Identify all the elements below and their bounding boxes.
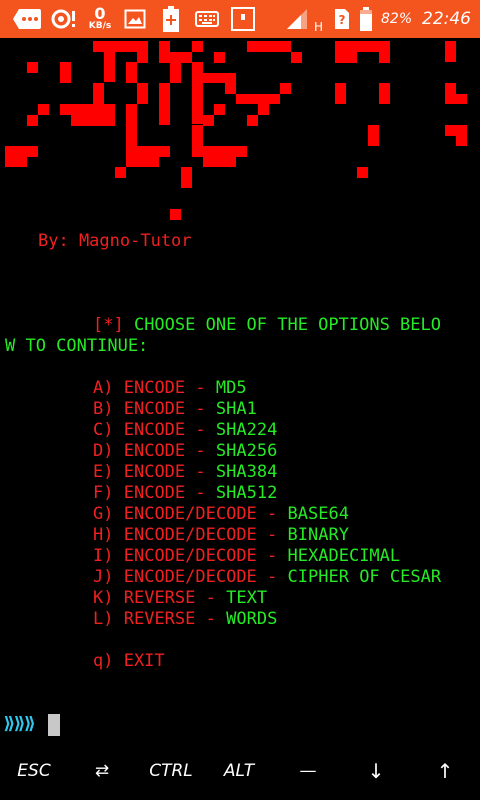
option-action: ENCODE/DECODE	[123, 567, 257, 587]
option-line: J) ENCODE/DECODE - CIPHER OF CESAR	[93, 567, 441, 588]
option-line: D) ENCODE - SHA256	[93, 441, 277, 462]
ascii-art-logo	[5, 41, 467, 220]
option-key: L)	[93, 609, 114, 629]
option-separator: -	[195, 378, 206, 398]
network-speed-unit: KB/s	[88, 21, 112, 31]
option-action: ENCODE	[123, 399, 186, 419]
option-target: SHA256	[215, 441, 278, 461]
sync-alert-icon	[50, 0, 78, 38]
clock: 22:46	[422, 9, 471, 29]
option-target: SHA224	[215, 420, 278, 440]
option-key: G)	[93, 504, 114, 524]
option-target: SHA1	[215, 399, 257, 419]
option-separator: -	[195, 441, 206, 461]
network-speed-value: 0	[94, 4, 106, 23]
esc-key[interactable]: ESC	[0, 742, 68, 800]
option-action: ENCODE/DECODE	[123, 525, 257, 545]
messages-icon	[12, 0, 42, 38]
option-separator: -	[195, 483, 206, 503]
extra-keys-row: ESC ⇄ CTRL ALT — ↓ ↑	[0, 742, 480, 800]
option-key: E)	[93, 462, 114, 482]
option-target: TEXT	[226, 588, 268, 608]
exit-option: q) EXIT	[93, 651, 165, 671]
dash-key[interactable]: —	[274, 742, 342, 800]
battery-icon	[359, 0, 373, 38]
option-line: I) ENCODE/DECODE - HEXADECIMAL	[93, 546, 400, 567]
option-line: G) ENCODE/DECODE - BASE64	[93, 504, 349, 525]
signal-icon	[286, 0, 308, 38]
option-separator: -	[205, 588, 216, 608]
option-key: I)	[93, 546, 114, 566]
prompt-line-1: [*] CHOOSE ONE OF THE OPTIONS BELO	[93, 315, 441, 336]
prompt-line-2: W TO CONTINUE:	[5, 336, 149, 356]
option-separator: -	[195, 399, 206, 419]
option-line: C) ENCODE - SHA224	[93, 420, 277, 441]
terminal-cursor[interactable]	[48, 714, 60, 736]
gallery-icon	[124, 0, 146, 38]
up-arrow-key[interactable]: ↑	[411, 742, 479, 800]
option-line: L) REVERSE - WORDS	[93, 609, 277, 630]
option-separator: -	[195, 462, 206, 482]
option-separator: -	[205, 609, 216, 629]
option-action: ENCODE/DECODE	[123, 546, 257, 566]
sim-unknown-icon: ?	[334, 0, 350, 38]
option-separator: -	[267, 567, 278, 587]
option-target: SHA384	[215, 462, 278, 482]
option-line: F) ENCODE - SHA512	[93, 483, 277, 504]
option-key: D)	[93, 441, 114, 461]
option-action: ENCODE/DECODE	[123, 504, 257, 524]
network-type-label: H	[314, 20, 324, 34]
option-target: WORDS	[226, 609, 278, 629]
option-action: REVERSE	[123, 588, 196, 608]
option-line: E) ENCODE - SHA384	[93, 462, 277, 483]
option-key: H)	[93, 525, 114, 545]
prompt-text-1: CHOOSE ONE OF THE OPTIONS BELO	[123, 315, 441, 335]
option-key: F)	[93, 483, 114, 503]
option-key: J)	[93, 567, 114, 587]
option-target: BINARY	[287, 525, 349, 545]
option-line: K) REVERSE - TEXT	[93, 588, 267, 609]
option-action: ENCODE	[123, 378, 186, 398]
option-action: ENCODE	[123, 483, 186, 503]
screenshot-icon	[230, 0, 256, 38]
down-arrow-key[interactable]: ↓	[342, 742, 410, 800]
status-bar: 0 KB/s H ? 82% 22:46	[0, 0, 480, 38]
option-target: HEXADECIMAL	[287, 546, 401, 566]
option-separator: -	[195, 420, 206, 440]
option-target: CIPHER OF CESAR	[287, 567, 442, 587]
tab-key[interactable]: ⇄	[68, 742, 136, 800]
option-target: BASE64	[287, 504, 349, 524]
battery-saver-icon	[162, 0, 180, 38]
input-prompt: ⟫⟫⟫	[4, 714, 35, 734]
option-key: C)	[93, 420, 114, 440]
option-action: ENCODE	[123, 441, 186, 461]
option-line: A) ENCODE - MD5	[93, 378, 247, 399]
battery-percent: 82%	[381, 11, 413, 27]
option-line: B) ENCODE - SHA1	[93, 399, 257, 420]
option-action: REVERSE	[123, 609, 196, 629]
option-target: SHA512	[215, 483, 278, 503]
author-line: By: Magno-Tutor	[38, 231, 192, 251]
svg-text:?: ?	[339, 13, 346, 27]
ctrl-key[interactable]: CTRL	[137, 742, 205, 800]
keyboard-icon	[195, 0, 219, 38]
option-key: B)	[93, 399, 114, 419]
option-separator: -	[267, 546, 278, 566]
option-separator: -	[267, 525, 278, 545]
option-key: A)	[93, 378, 114, 398]
option-action: ENCODE	[123, 420, 186, 440]
option-target: MD5	[215, 378, 247, 398]
option-line: H) ENCODE/DECODE - BINARY	[93, 525, 349, 546]
option-separator: -	[267, 504, 278, 524]
option-key: K)	[93, 588, 114, 608]
prompt-marker: [*]	[93, 315, 124, 335]
alt-key[interactable]: ALT	[205, 742, 273, 800]
network-type: H	[314, 8, 323, 38]
option-action: ENCODE	[123, 462, 186, 482]
network-speed: 0 KB/s	[84, 0, 116, 38]
